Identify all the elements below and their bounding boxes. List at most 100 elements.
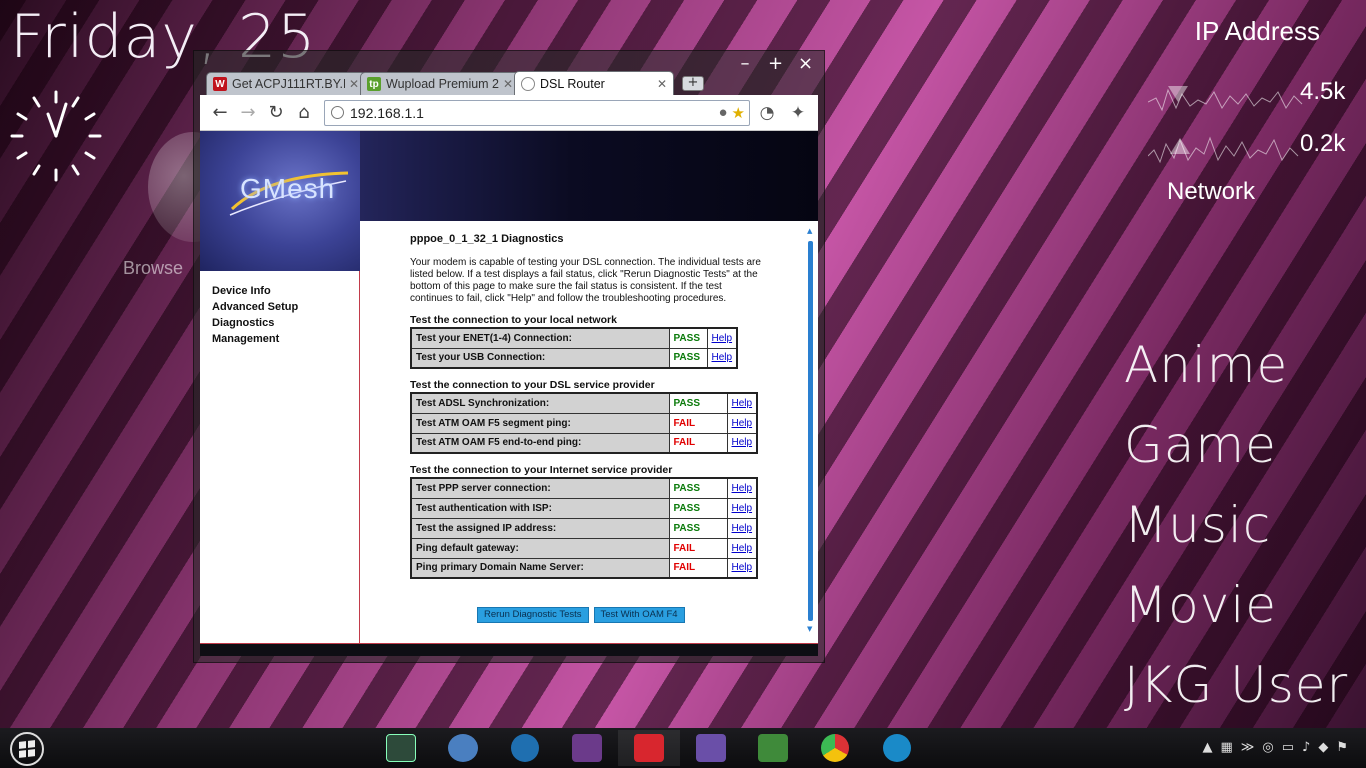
- tab-close-icon[interactable]: ✕: [657, 77, 667, 91]
- test-name: Test PPP server connection:: [410, 477, 670, 499]
- start-button[interactable]: [10, 732, 44, 766]
- taskbar-resource-monitor[interactable]: [370, 730, 432, 766]
- nav-advanced-setup[interactable]: Advanced Setup: [212, 299, 359, 315]
- scroll-down-icon[interactable]: ▼: [807, 625, 812, 633]
- taskbar: ▲ ▦ ≫ ◎ ▭ ♪ ◆ ⚑: [0, 728, 1366, 768]
- taskbar-file-explorer[interactable]: [866, 730, 928, 766]
- shortcut-game[interactable]: Game: [1124, 414, 1348, 494]
- table-row: Test PPP server connection: PASS Help: [410, 477, 758, 499]
- tray-arrows-icon[interactable]: ≫: [1241, 740, 1255, 755]
- taskbar-flash-app[interactable]: [618, 730, 680, 766]
- table-row: Test the assigned IP address: PASS Help: [410, 517, 758, 539]
- tray-volume-icon[interactable]: ♪: [1302, 740, 1310, 755]
- tab-close-icon[interactable]: ✕: [503, 77, 513, 91]
- page-viewport: GMesh Device Info Advanced Setup Diagnos…: [200, 131, 818, 656]
- taskbar-video-editor[interactable]: [556, 730, 618, 766]
- help-link[interactable]: Help: [732, 543, 753, 554]
- taskbar-media-player[interactable]: [494, 730, 556, 766]
- tab-wupload[interactable]: tp Wupload Premium 2 ✕: [360, 72, 520, 95]
- tray-sync-icon[interactable]: ◎: [1262, 740, 1273, 755]
- page-scrollbar[interactable]: ▲ ▼: [807, 227, 814, 633]
- router-sidebar: Device Info Advanced Setup Diagnostics M…: [200, 271, 360, 643]
- action-buttons: Rerun Diagnostic Tests Test With OAM F4: [477, 607, 685, 623]
- taskbar-messenger[interactable]: [432, 730, 494, 766]
- close-button[interactable]: ×: [798, 53, 813, 74]
- help-link[interactable]: Help: [732, 418, 753, 429]
- test-status: PASS: [668, 327, 708, 349]
- shortcut-jkg-user[interactable]: JKG User: [1124, 654, 1348, 734]
- taskbar-chrome[interactable]: [804, 730, 866, 766]
- table-row: Ping default gateway: FAIL Help: [410, 537, 758, 559]
- tray-keyboard-icon[interactable]: ▦: [1221, 740, 1233, 755]
- taskbar-hardware-monitor[interactable]: [742, 730, 804, 766]
- help-link[interactable]: Help: [732, 483, 753, 494]
- test-name: Test ADSL Synchronization:: [410, 392, 670, 414]
- new-tab-button[interactable]: +: [682, 76, 704, 91]
- tab-get-acpj[interactable]: W Get ACPJ111RT.BY.R ✕: [206, 72, 366, 95]
- test-status: PASS: [668, 497, 728, 519]
- table-row: Test your USB Connection: PASS Help: [410, 347, 738, 369]
- rerun-diagnostic-button[interactable]: Rerun Diagnostic Tests: [477, 607, 589, 623]
- chrome-icon: [821, 734, 849, 762]
- dsl-provider-tests: Test ADSL Synchronization: PASS Help Tes…: [410, 392, 759, 454]
- system-tray: ▲ ▦ ≫ ◎ ▭ ♪ ◆ ⚑: [1203, 740, 1349, 755]
- speed-dial-icon[interactable]: ◔: [753, 99, 781, 127]
- test-name: Ping primary Domain Name Server:: [410, 557, 670, 579]
- nav-device-info[interactable]: Device Info: [212, 283, 359, 299]
- monitor-graph-icon: [386, 734, 416, 762]
- help-link[interactable]: Help: [712, 352, 733, 363]
- help-link[interactable]: Help: [732, 398, 753, 409]
- network-label: Network: [1167, 178, 1256, 205]
- tab-title: Wupload Premium 2: [386, 77, 499, 91]
- test-status: PASS: [668, 517, 728, 539]
- help-link[interactable]: Help: [732, 562, 753, 573]
- favicon-globe-icon: [521, 76, 535, 91]
- scroll-up-icon[interactable]: ▲: [807, 227, 812, 235]
- test-name: Ping default gateway:: [410, 537, 670, 559]
- messenger-icon: [448, 734, 478, 762]
- table-row: Test ATM OAM F5 end-to-end ping: FAIL He…: [410, 432, 758, 454]
- taskbar-cpu-z[interactable]: [680, 730, 742, 766]
- nav-management[interactable]: Management: [212, 331, 359, 347]
- desktop-shortcuts: Anime Game Music Movie JKG User: [1124, 334, 1348, 734]
- tray-flag-icon[interactable]: ⚑: [1336, 740, 1348, 755]
- home-icon[interactable]: ⌂: [290, 99, 318, 127]
- window-controls: – + ×: [738, 53, 814, 74]
- analog-clock-icon: [10, 90, 102, 182]
- table-row: Ping primary Domain Name Server: FAIL He…: [410, 557, 758, 579]
- scroll-thumb[interactable]: [808, 241, 813, 621]
- tab-strip: W Get ACPJ111RT.BY.R ✕ tp Wupload Premiu…: [206, 71, 704, 95]
- tray-water-icon[interactable]: ◆: [1318, 740, 1328, 755]
- tab-dsl-router[interactable]: DSL Router ✕: [514, 71, 674, 95]
- page-title: pppoe_0_1_32_1 Diagnostics: [410, 233, 564, 245]
- help-link[interactable]: Help: [732, 523, 753, 534]
- nav-diagnostics[interactable]: Diagnostics: [212, 315, 359, 331]
- tab-close-icon[interactable]: ✕: [349, 77, 359, 91]
- page-footer-bar: [200, 643, 818, 656]
- minimize-button[interactable]: –: [738, 53, 752, 74]
- shortcut-music[interactable]: Music: [1124, 494, 1348, 574]
- table-row: Test ATM OAM F5 segment ping: FAIL Help: [410, 412, 758, 434]
- back-arrow-icon[interactable]: ←: [206, 99, 234, 127]
- network-download: 4.5k: [1300, 78, 1346, 105]
- help-link[interactable]: Help: [712, 333, 733, 344]
- forward-arrow-icon[interactable]: →: [234, 99, 262, 127]
- lightning-icon: [634, 734, 664, 762]
- test-status: FAIL: [668, 557, 728, 579]
- lightbulb-icon[interactable]: ●: [718, 104, 727, 122]
- tray-network-icon[interactable]: ▭: [1282, 740, 1294, 755]
- help-link[interactable]: Help: [732, 503, 753, 514]
- maximize-button[interactable]: +: [768, 53, 783, 74]
- shortcut-movie[interactable]: Movie: [1124, 574, 1348, 654]
- wrench-icon[interactable]: ✦: [784, 99, 812, 127]
- test-oam-f4-button[interactable]: Test With OAM F4: [593, 607, 685, 623]
- shortcut-anime[interactable]: Anime: [1124, 334, 1348, 414]
- test-status: PASS: [668, 392, 728, 414]
- address-bar[interactable]: 192.168.1.1 ● ★: [324, 99, 750, 126]
- ghost-label: Browse: [123, 258, 184, 278]
- help-link[interactable]: Help: [732, 437, 753, 448]
- tray-expand-icon[interactable]: ▲: [1203, 740, 1213, 755]
- bookmark-star-icon[interactable]: ★: [732, 104, 745, 122]
- section-heading-dsl: Test the connection to your DSL service …: [410, 379, 655, 391]
- reload-icon[interactable]: ↻: [262, 99, 290, 127]
